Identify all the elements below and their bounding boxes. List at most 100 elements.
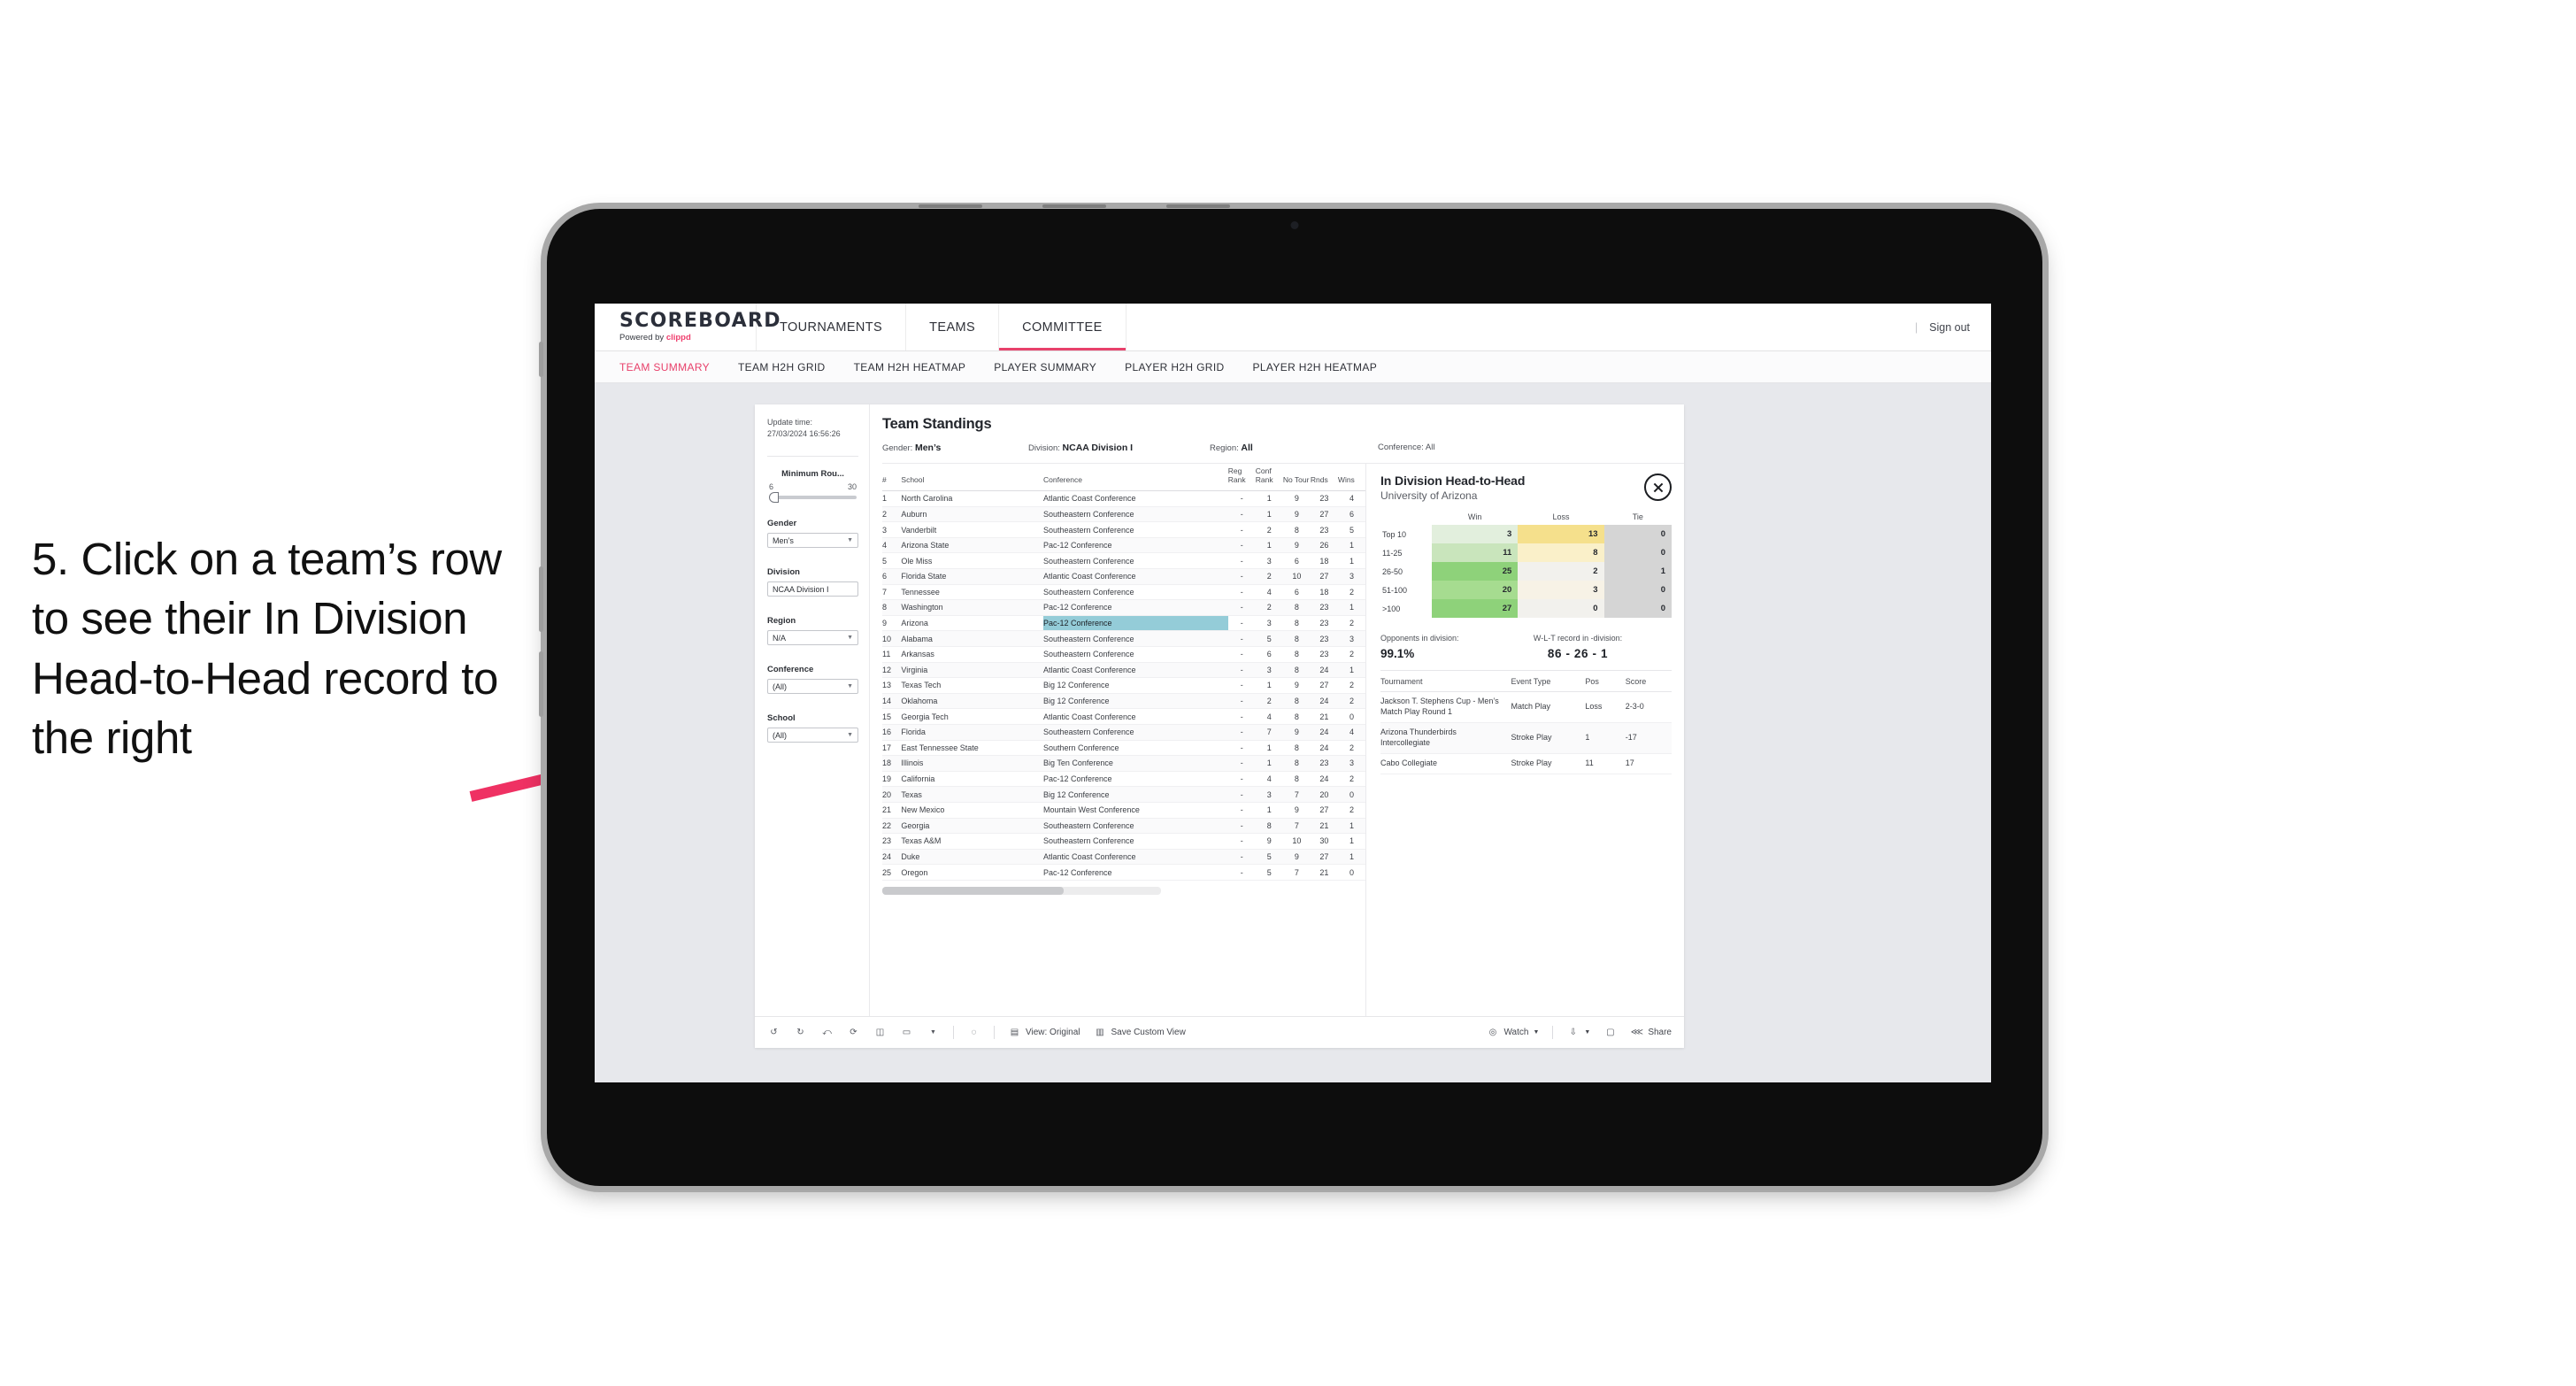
close-icon[interactable] xyxy=(1644,474,1672,501)
update-time-label: Update time: xyxy=(767,418,813,427)
col-wins[interactable]: Wins xyxy=(1337,464,1365,492)
cell-conference: Southeastern Conference xyxy=(1042,630,1228,647)
table-row[interactable]: 17 East Tennessee State Southern Conferenc… xyxy=(882,740,1365,757)
cell-school: North Carolina xyxy=(901,490,1043,507)
subtab-team-h2h-heatmap[interactable]: TEAM H2H HEATMAP xyxy=(854,361,966,373)
col-school[interactable]: School xyxy=(901,464,1043,492)
cell-reg-rank: - xyxy=(1227,490,1256,507)
stat-opponents-label: Opponents in division: xyxy=(1380,634,1459,643)
col-conf-rank[interactable]: Conf Rank xyxy=(1255,464,1283,492)
filter-conference-select[interactable]: (All) ▼ xyxy=(767,679,858,695)
subtab-player-summary[interactable]: PLAYER SUMMARY xyxy=(994,361,1096,373)
table-row[interactable]: 20 Texas Big 12 Conference -3 7 20 0 xyxy=(882,786,1365,803)
silent-switch[interactable] xyxy=(539,342,543,377)
table-row[interactable]: 3 Vanderbilt Southeastern Conference -2 8 23 5 xyxy=(882,521,1365,538)
table-row[interactable]: 10 Alabama Southeastern Conference -5 8 23 3 xyxy=(882,630,1365,647)
watch-button[interactable]: ◎ Watch ▼ xyxy=(1486,1026,1540,1039)
cell-wins: 3 xyxy=(1337,568,1365,585)
table-row[interactable]: 15 Georgia Tech Atlantic Coast Conference -… xyxy=(882,708,1365,725)
table-row[interactable]: 4 Arizona State Pac-12 Conference -1 9 26 1 xyxy=(882,537,1365,554)
redo-icon[interactable]: ↻ xyxy=(794,1026,807,1039)
table-row[interactable]: 12 Virginia Atlantic Coast Conference -3 8 24… xyxy=(882,662,1365,679)
chevron-down-icon: ▼ xyxy=(1533,1029,1540,1036)
cell-rnds: 21 xyxy=(1310,864,1338,881)
brand-logo[interactable]: SCOREBOARD Powered by clippd xyxy=(595,304,780,350)
table-row[interactable]: 23 Texas A&M Southeastern Conference -9 10 30… xyxy=(882,833,1365,850)
col-tournament[interactable]: Tournament xyxy=(1380,670,1511,692)
subtab-player-h2h-grid[interactable]: PLAYER H2H GRID xyxy=(1125,361,1224,373)
table-row[interactable]: 8 Washington Pac-12 Conference -2 8 23 1 xyxy=(882,599,1365,616)
table-row[interactable]: 16 Florida Southeastern Conference -7 9 24 4 xyxy=(882,724,1365,741)
col-event-type[interactable]: Event Type xyxy=(1511,670,1586,692)
h2h-win-value: 25 xyxy=(1432,562,1519,581)
cell-rnds: 23 xyxy=(1310,521,1338,538)
pause-auto-update-icon[interactable]: ◫ xyxy=(873,1026,887,1039)
table-row[interactable]: 6 Florida State Atlantic Coast Conference -… xyxy=(882,568,1365,585)
table-row[interactable]: 5 Ole Miss Southeastern Conference -3 6 18 1 xyxy=(882,552,1365,569)
subtab-team-h2h-grid[interactable]: TEAM H2H GRID xyxy=(738,361,826,373)
tournament-row[interactable]: Jackson T. Stephens Cup - Men’s Match Pl… xyxy=(1380,691,1672,723)
table-row[interactable]: 9 Arizona Pac-12 Conference -3 8 23 2 xyxy=(882,615,1365,632)
device-preview-icon[interactable]: ▢ xyxy=(1603,1026,1617,1039)
cell-rank: 6 xyxy=(882,568,902,585)
slider-title: Minimum Rou... xyxy=(781,469,844,480)
cell-conf-rank: 8 xyxy=(1255,818,1283,835)
chevron-down-icon[interactable]: ▼ xyxy=(927,1026,940,1039)
filter-division-select[interactable]: NCAA Division I xyxy=(767,581,858,597)
filter-school-select[interactable]: (All) ▼ xyxy=(767,728,858,743)
horizontal-scrollbar[interactable] xyxy=(882,886,1161,895)
presentation-mode-icon[interactable]: ◌ xyxy=(967,1026,980,1039)
col-score[interactable]: Score xyxy=(1625,670,1672,692)
table-row[interactable]: 13 Texas Tech Big 12 Conference -1 9 27 2 xyxy=(882,677,1365,694)
col-rnds[interactable]: Rnds xyxy=(1310,464,1338,492)
nav-committee[interactable]: COMMITTEE xyxy=(999,304,1127,350)
table-row[interactable]: 25 Oregon Pac-12 Conference -5 7 21 0 xyxy=(882,864,1365,881)
volume-down-button[interactable] xyxy=(539,651,543,717)
col-rank[interactable]: # xyxy=(882,464,902,492)
h2h-loss-value: 13 xyxy=(1518,525,1604,543)
view-original-button[interactable]: ▤ View: Original xyxy=(1008,1026,1080,1039)
col-conference[interactable]: Conference xyxy=(1042,464,1228,492)
col-reg-rank[interactable]: Reg Rank xyxy=(1227,464,1256,492)
sign-out-link[interactable]: Sign out xyxy=(1929,321,1970,334)
table-row[interactable]: 22 Georgia Southeastern Conference -8 7 21 1 xyxy=(882,818,1365,835)
cell-rnds: 30 xyxy=(1310,833,1338,850)
nav-tournaments[interactable]: TOURNAMENTS xyxy=(757,304,907,350)
nav-teams[interactable]: TEAMS xyxy=(906,304,1000,350)
table-row[interactable]: 18 Illinois Big Ten Conference -1 8 23 3 xyxy=(882,755,1365,772)
table-row[interactable]: 14 Oklahoma Big 12 Conference -2 8 24 2 xyxy=(882,693,1365,710)
filter-gender-select[interactable]: Men’s ▼ xyxy=(767,533,858,549)
tournament-row[interactable]: Cabo Collegiate Stroke Play 11 17 xyxy=(1380,753,1672,774)
table-header-row: # School Conference Reg Rank Conf Rank N… xyxy=(882,464,1365,492)
save-view-icon: ▥ xyxy=(1096,1028,1104,1037)
h2h-loss-value: 2 xyxy=(1518,562,1604,581)
table-row[interactable]: 24 Duke Atlantic Coast Conference -5 9 27 1 xyxy=(882,849,1365,866)
save-custom-view-button[interactable]: ▥ Save Custom View xyxy=(1094,1026,1186,1039)
filter-region-select[interactable]: N/A ▼ xyxy=(767,630,858,646)
h2h-win-value: 11 xyxy=(1432,543,1519,562)
cell-rank: 4 xyxy=(882,537,902,554)
revert-icon[interactable]: ⤺ xyxy=(820,1026,834,1039)
table-row[interactable]: 19 California Pac-12 Conference -4 8 24 2 xyxy=(882,771,1365,788)
volume-up-button[interactable] xyxy=(539,566,543,632)
table-row[interactable]: 7 Tennessee Southeastern Conference -4 6 18 2 xyxy=(882,584,1365,601)
cell-conference: Southeastern Conference xyxy=(1042,646,1228,663)
table-row[interactable]: 21 New Mexico Mountain West Conference -1 9 2… xyxy=(882,802,1365,819)
table-row[interactable]: 2 Auburn Southeastern Conference -1 9 27 6 xyxy=(882,506,1365,523)
subtab-player-h2h-heatmap[interactable]: PLAYER H2H HEATMAP xyxy=(1253,361,1378,373)
download-button[interactable]: ⇩ ▼ xyxy=(1566,1026,1591,1039)
table-row[interactable]: 1 North Carolina Atlantic Coast Conference… xyxy=(882,490,1365,507)
refresh-data-icon[interactable]: ⟳ xyxy=(847,1026,860,1039)
undo-icon[interactable]: ↺ xyxy=(767,1026,780,1039)
table-row[interactable]: 11 Arkansas Southeastern Conference -6 8 23 2 xyxy=(882,646,1365,663)
cell-conf-rank: 3 xyxy=(1255,786,1283,803)
tournament-row[interactable]: Arizona Thunderbirds Intercollegiate Stro… xyxy=(1380,722,1672,754)
share-button[interactable]: ⋘ Share xyxy=(1630,1026,1672,1039)
rectangle-select-icon[interactable]: ▭ xyxy=(900,1026,913,1039)
slider-track[interactable] xyxy=(769,492,857,504)
slider-handle[interactable] xyxy=(769,492,779,504)
cell-conference: Mountain West Conference xyxy=(1042,802,1228,819)
subtab-team-summary[interactable]: TEAM SUMMARY xyxy=(619,361,710,373)
col-no-tour[interactable]: No Tour xyxy=(1282,464,1311,492)
col-pos[interactable]: Pos xyxy=(1585,670,1626,692)
